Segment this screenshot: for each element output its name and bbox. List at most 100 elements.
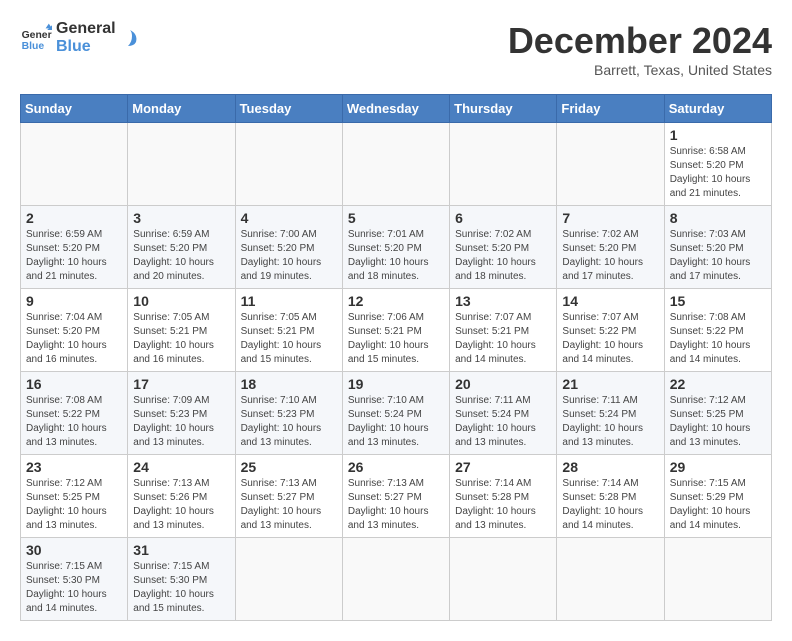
week-row-1: 1Sunrise: 6:58 AM Sunset: 5:20 PM Daylig… [21,123,772,206]
day-number: 14 [562,293,658,309]
day-info: Sunrise: 7:02 AM Sunset: 5:20 PM Dayligh… [455,228,551,284]
day-info: Sunrise: 7:08 AM Sunset: 5:22 PM Dayligh… [670,311,766,367]
day-number: 18 [241,376,337,392]
day-info: Sunrise: 7:12 AM Sunset: 5:25 PM Dayligh… [670,394,766,450]
calendar-table: SundayMondayTuesdayWednesdayThursdayFrid… [20,94,772,621]
calendar-cell [235,123,342,206]
day-info: Sunrise: 7:11 AM Sunset: 5:24 PM Dayligh… [562,394,658,450]
day-info: Sunrise: 7:07 AM Sunset: 5:22 PM Dayligh… [562,311,658,367]
calendar-cell: 31Sunrise: 7:15 AM Sunset: 5:30 PM Dayli… [128,538,235,621]
calendar-cell: 4 Sunrise: 7:00 AM Sunset: 5:20 PM Daylig… [235,206,342,289]
day-number: 21 [562,376,658,392]
day-header-monday: Monday [128,95,235,123]
day-number: 27 [455,459,551,475]
calendar-cell: 12 Sunrise: 7:06 AM Sunset: 5:21 PM Dayli… [342,289,449,372]
calendar-cell: 8 Sunrise: 7:03 AM Sunset: 5:20 PM Daylig… [664,206,771,289]
calendar-cell: 2Sunrise: 6:59 AM Sunset: 5:20 PM Daylig… [21,206,128,289]
week-row-5: 23 Sunrise: 7:12 AM Sunset: 5:25 PM Dayli… [21,455,772,538]
day-number: 8 [670,210,766,226]
calendar-cell: 13Sunrise: 7:07 AM Sunset: 5:21 PM Dayli… [450,289,557,372]
logo-swoosh-icon [120,28,140,48]
calendar-cell: 25 Sunrise: 7:13 AM Sunset: 5:27 PM Dayli… [235,455,342,538]
calendar-cell: 21 Sunrise: 7:11 AM Sunset: 5:24 PM Dayli… [557,372,664,455]
calendar-cell: 16 Sunrise: 7:08 AM Sunset: 5:22 PM Dayli… [21,372,128,455]
day-number: 11 [241,293,337,309]
day-header-thursday: Thursday [450,95,557,123]
calendar-cell: 24 Sunrise: 7:13 AM Sunset: 5:26 PM Dayli… [128,455,235,538]
day-number: 25 [241,459,337,475]
logo: General Blue General Blue [20,20,140,56]
day-number: 9 [26,293,122,309]
day-info: Sunrise: 7:12 AM Sunset: 5:25 PM Dayligh… [26,477,122,533]
day-info: Sunrise: 6:59 AM Sunset: 5:20 PM Dayligh… [133,228,229,284]
day-number: 29 [670,459,766,475]
day-number: 3 [133,210,229,226]
calendar-cell: 11Sunrise: 7:05 AM Sunset: 5:21 PM Dayli… [235,289,342,372]
day-number: 7 [562,210,658,226]
day-number: 24 [133,459,229,475]
calendar-cell [342,538,449,621]
day-number: 22 [670,376,766,392]
day-info: Sunrise: 7:13 AM Sunset: 5:27 PM Dayligh… [348,477,444,533]
day-header-wednesday: Wednesday [342,95,449,123]
calendar-cell [664,538,771,621]
week-row-3: 9 Sunrise: 7:04 AM Sunset: 5:20 PM Daylig… [21,289,772,372]
calendar-cell: 10 Sunrise: 7:05 AM Sunset: 5:21 PM Dayli… [128,289,235,372]
day-info: Sunrise: 6:59 AM Sunset: 5:20 PM Dayligh… [26,228,122,284]
day-header-friday: Friday [557,95,664,123]
calendar-cell: 19 Sunrise: 7:10 AM Sunset: 5:24 PM Dayli… [342,372,449,455]
calendar-cell [557,538,664,621]
day-info: Sunrise: 7:01 AM Sunset: 5:20 PM Dayligh… [348,228,444,284]
day-info: Sunrise: 7:05 AM Sunset: 5:21 PM Dayligh… [133,311,229,367]
calendar-cell: 5 Sunrise: 7:01 AM Sunset: 5:20 PM Daylig… [342,206,449,289]
day-info: Sunrise: 7:00 AM Sunset: 5:20 PM Dayligh… [241,228,337,284]
day-info: Sunrise: 7:13 AM Sunset: 5:26 PM Dayligh… [133,477,229,533]
logo-general: General [56,20,116,38]
calendar-cell: 1Sunrise: 6:58 AM Sunset: 5:20 PM Daylig… [664,123,771,206]
day-number: 4 [241,210,337,226]
logo-icon: General Blue [20,22,52,54]
day-info: Sunrise: 7:15 AM Sunset: 5:30 PM Dayligh… [26,560,122,616]
calendar-cell: 9 Sunrise: 7:04 AM Sunset: 5:20 PM Daylig… [21,289,128,372]
day-number: 6 [455,210,551,226]
day-number: 1 [670,127,766,143]
day-number: 10 [133,293,229,309]
day-number: 26 [348,459,444,475]
calendar-cell: 18Sunrise: 7:10 AM Sunset: 5:23 PM Dayli… [235,372,342,455]
day-number: 5 [348,210,444,226]
day-info: Sunrise: 7:15 AM Sunset: 5:29 PM Dayligh… [670,477,766,533]
calendar-cell: 7Sunrise: 7:02 AM Sunset: 5:20 PM Daylig… [557,206,664,289]
day-number: 30 [26,542,122,558]
day-number: 15 [670,293,766,309]
day-info: Sunrise: 7:13 AM Sunset: 5:27 PM Dayligh… [241,477,337,533]
calendar-cell: 30 Sunrise: 7:15 AM Sunset: 5:30 PM Dayli… [21,538,128,621]
calendar-cell [450,538,557,621]
calendar-cell: 20Sunrise: 7:11 AM Sunset: 5:24 PM Dayli… [450,372,557,455]
day-info: Sunrise: 7:10 AM Sunset: 5:24 PM Dayligh… [348,394,444,450]
calendar-cell: 17Sunrise: 7:09 AM Sunset: 5:23 PM Dayli… [128,372,235,455]
week-row-6: 30 Sunrise: 7:15 AM Sunset: 5:30 PM Dayli… [21,538,772,621]
day-number: 19 [348,376,444,392]
day-number: 23 [26,459,122,475]
day-info: Sunrise: 7:14 AM Sunset: 5:28 PM Dayligh… [455,477,551,533]
day-number: 20 [455,376,551,392]
calendar-cell: 23 Sunrise: 7:12 AM Sunset: 5:25 PM Dayli… [21,455,128,538]
day-info: Sunrise: 7:06 AM Sunset: 5:21 PM Dayligh… [348,311,444,367]
week-row-4: 16 Sunrise: 7:08 AM Sunset: 5:22 PM Dayli… [21,372,772,455]
svg-text:Blue: Blue [22,41,45,52]
day-number: 12 [348,293,444,309]
day-header-tuesday: Tuesday [235,95,342,123]
day-number: 16 [26,376,122,392]
calendar-cell [450,123,557,206]
calendar-cell [235,538,342,621]
day-info: Sunrise: 7:08 AM Sunset: 5:22 PM Dayligh… [26,394,122,450]
calendar-cell [128,123,235,206]
calendar-cell: 14 Sunrise: 7:07 AM Sunset: 5:22 PM Dayli… [557,289,664,372]
day-info: Sunrise: 7:03 AM Sunset: 5:20 PM Dayligh… [670,228,766,284]
header-row: SundayMondayTuesdayWednesdayThursdayFrid… [21,95,772,123]
calendar-cell: 26 Sunrise: 7:13 AM Sunset: 5:27 PM Dayli… [342,455,449,538]
calendar-cell: 15 Sunrise: 7:08 AM Sunset: 5:22 PM Dayli… [664,289,771,372]
day-header-saturday: Saturday [664,95,771,123]
month-title: December 2024 [508,20,772,62]
day-info: Sunrise: 7:04 AM Sunset: 5:20 PM Dayligh… [26,311,122,367]
